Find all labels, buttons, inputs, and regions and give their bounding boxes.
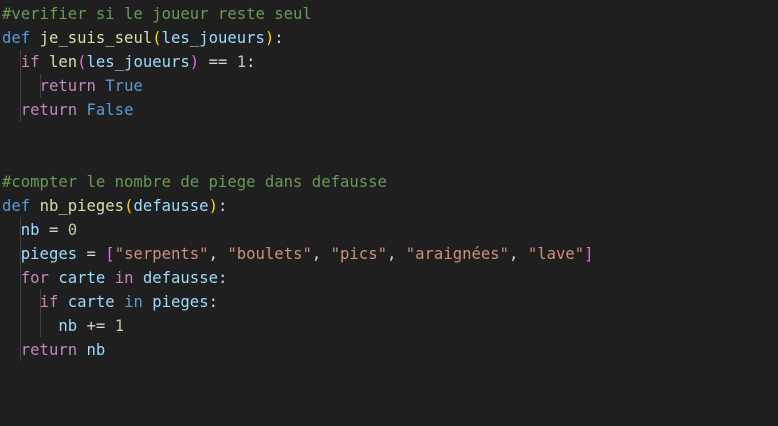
code-token: les_joueurs — [161, 29, 265, 47]
code-token: in — [124, 293, 143, 311]
code-token: in — [114, 269, 134, 287]
code-token: , — [509, 245, 528, 263]
code-token: "boulets" — [227, 245, 312, 263]
code-token: pieges — [152, 293, 209, 311]
code-line[interactable]: return False — [2, 98, 134, 122]
code-line[interactable]: if len(les_joueurs) == 1: — [2, 50, 256, 74]
code-token: "araignées" — [405, 245, 510, 263]
code-token: == — [199, 53, 237, 71]
code-token: #verifier si le joueur reste seul — [2, 5, 312, 23]
code-token: "lave" — [527, 245, 585, 263]
code-token: "serpents" — [114, 245, 209, 263]
code-token: #compter le nombre de piege dans defauss… — [2, 173, 387, 191]
code-token: for — [20, 269, 49, 287]
code-line[interactable]: pieges = ["serpents", "boulets", "pics",… — [2, 242, 594, 266]
code-token: nb_pieges — [39, 197, 125, 215]
code-token: def — [2, 29, 31, 47]
code-token: False — [86, 101, 134, 119]
code-token: : — [246, 53, 256, 71]
code-token: ( — [152, 29, 162, 47]
code-token: += — [77, 317, 115, 335]
code-line[interactable]: if carte in pieges: — [2, 290, 218, 314]
code-line[interactable]: nb += 1 — [2, 314, 124, 338]
code-token: len — [48, 53, 78, 71]
code-token: je_suis_seul — [39, 29, 153, 47]
code-line[interactable]: #verifier si le joueur reste seul — [2, 2, 312, 26]
code-token: ) — [264, 29, 275, 47]
code-line[interactable]: #compter le nombre de piege dans defauss… — [2, 170, 387, 194]
code-token: nb — [86, 341, 106, 359]
code-line[interactable]: def nb_pieges(defausse): — [2, 194, 227, 218]
code-token: 0 — [67, 221, 78, 239]
code-token: ) — [189, 53, 200, 71]
code-editor[interactable]: #verifier si le joueur reste seul def je_… — [0, 0, 778, 426]
code-token: , — [386, 245, 406, 263]
code-token: pieges — [20, 245, 78, 263]
code-line[interactable]: def je_suis_seul(les_joueurs): — [2, 26, 284, 50]
code-token: carte — [67, 293, 115, 311]
code-line[interactable]: return True — [2, 74, 143, 98]
code-token: return — [20, 101, 78, 119]
code-token: : — [274, 29, 284, 47]
code-token: defausse — [142, 269, 218, 287]
code-token: nb — [20, 221, 40, 239]
code-token: : — [208, 293, 218, 311]
code-token: if — [39, 293, 59, 311]
code-token: return — [20, 341, 78, 359]
code-token: if — [20, 53, 40, 71]
code-line[interactable]: return nb — [2, 338, 106, 362]
code-token: def — [2, 197, 31, 215]
code-token: True — [105, 77, 143, 95]
code-token: ] — [584, 245, 594, 263]
code-token: return — [39, 77, 96, 95]
code-token: [ — [105, 245, 115, 263]
code-token: ( — [77, 53, 87, 71]
code-token: : — [217, 197, 228, 215]
code-token: 1 — [236, 53, 247, 71]
code-token: nb — [58, 317, 78, 335]
code-token: les_joueurs — [86, 53, 190, 71]
code-token: 1 — [114, 317, 125, 335]
code-line[interactable]: for carte in defausse: — [2, 266, 228, 290]
code-token: = — [39, 221, 68, 239]
code-token: , — [208, 245, 228, 263]
code-token: = — [77, 245, 106, 263]
code-token: , — [311, 245, 331, 263]
code-line[interactable]: nb = 0 — [2, 218, 77, 242]
code-token: : — [217, 269, 228, 287]
code-token: ) — [208, 197, 218, 215]
code-token: "pics" — [330, 245, 387, 263]
code-token: carte — [58, 269, 106, 287]
code-token: defausse — [133, 197, 209, 215]
